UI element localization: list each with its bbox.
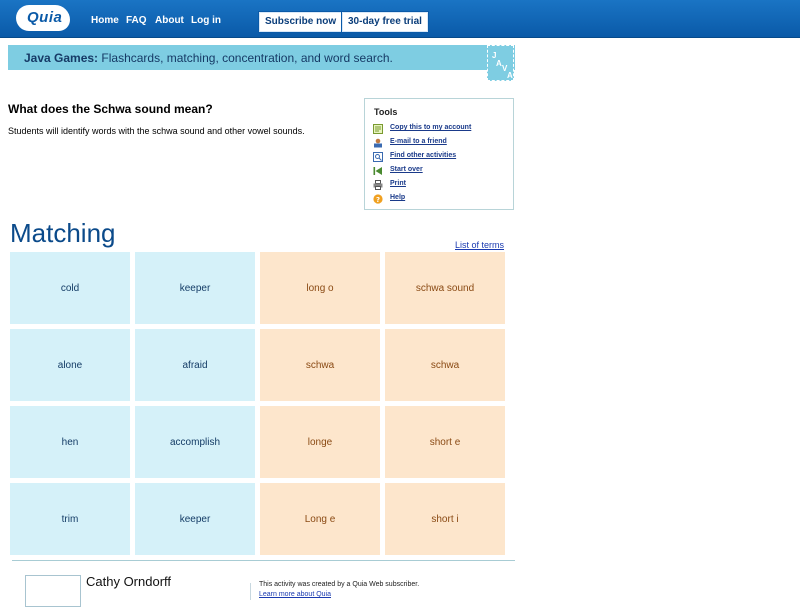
tool-email-label[interactable]: E-mail to a friend	[390, 138, 447, 145]
learn-more-link[interactable]: Learn more about Quia	[259, 591, 331, 598]
matching-grid: cold keeper long o schwa sound alone afr…	[10, 252, 507, 558]
match-card[interactable]: trim	[10, 483, 130, 555]
match-card[interactable]: Long e	[260, 483, 380, 555]
svg-text:?: ?	[376, 196, 380, 204]
tool-help-label[interactable]: Help	[390, 194, 405, 201]
tool-help[interactable]: ? Help	[373, 193, 508, 206]
match-card[interactable]: longe	[260, 406, 380, 478]
creator-credit: This activity was created by a Quia Web …	[259, 581, 420, 588]
match-card[interactable]: hen	[10, 406, 130, 478]
find-icon	[373, 152, 383, 162]
activity-title: What does the Schwa sound mean?	[8, 102, 213, 116]
match-card[interactable]: afraid	[135, 329, 255, 401]
match-card[interactable]: alone	[10, 329, 130, 401]
nav-faq-link[interactable]: FAQ	[126, 15, 147, 26]
match-card[interactable]: schwa sound	[385, 252, 505, 324]
subscribe-button[interactable]: Subscribe now	[259, 12, 343, 32]
tool-print-label[interactable]: Print	[390, 180, 406, 187]
match-card[interactable]: long o	[260, 252, 380, 324]
badge-letter: A	[507, 71, 513, 80]
banner-text: Java Games: Flashcards, matching, concen…	[24, 51, 393, 65]
match-card[interactable]: short i	[385, 483, 505, 555]
list-of-terms-link[interactable]: List of terms	[455, 240, 504, 250]
quia-logo[interactable]: Quia	[16, 3, 70, 33]
start-over-icon	[373, 167, 382, 175]
nav-login-link[interactable]: Log in	[191, 15, 221, 26]
match-card[interactable]: schwa	[260, 329, 380, 401]
matching-title: Matching	[10, 218, 116, 248]
tool-email[interactable]: E-mail to a friend	[373, 137, 508, 150]
tool-start-over[interactable]: Start over	[373, 165, 508, 178]
author-avatar	[25, 575, 81, 607]
tool-copy-label[interactable]: Copy this to my account	[390, 124, 471, 131]
tool-start-over-label[interactable]: Start over	[390, 166, 423, 173]
author-name: Cathy Orndorff	[86, 574, 172, 589]
free-trial-button[interactable]: 30-day free trial	[342, 12, 428, 32]
footer-separator	[250, 583, 251, 600]
match-card[interactable]: cold	[10, 252, 130, 324]
match-card[interactable]: keeper	[135, 483, 255, 555]
tool-copy[interactable]: Copy this to my account	[373, 123, 508, 136]
match-card[interactable]: schwa	[385, 329, 505, 401]
tool-print[interactable]: Print	[373, 179, 508, 192]
match-card[interactable]: keeper	[135, 252, 255, 324]
logo-text: Quia	[27, 9, 63, 26]
banner-bold: Java Games:	[24, 51, 99, 65]
nav-about-link[interactable]: About	[155, 15, 184, 26]
java-games-banner[interactable]: Java Games: Flashcards, matching, concen…	[8, 45, 515, 70]
match-card[interactable]: accomplish	[135, 406, 255, 478]
copy-icon	[373, 124, 383, 134]
activity-description: Students will identify words with the sc…	[8, 126, 305, 136]
badge-letter: A	[496, 59, 502, 68]
match-card[interactable]: short e	[385, 406, 505, 478]
tools-panel: Tools Copy this to my account E-mail to …	[364, 98, 514, 210]
help-icon: ?	[373, 194, 383, 204]
email-icon	[374, 138, 382, 148]
banner-description: Flashcards, matching, concentration, and…	[98, 51, 393, 65]
tools-title: Tools	[374, 107, 398, 117]
tool-find-label[interactable]: Find other activities	[390, 152, 456, 159]
top-nav-bar: Quia Home FAQ About Log in Subscribe now…	[0, 0, 800, 38]
tool-find[interactable]: Find other activities	[373, 151, 508, 164]
print-icon	[373, 180, 383, 190]
nav-home-link[interactable]: Home	[91, 15, 119, 26]
java-badge-icon: J A V A	[487, 45, 514, 81]
footer-divider	[12, 560, 515, 561]
